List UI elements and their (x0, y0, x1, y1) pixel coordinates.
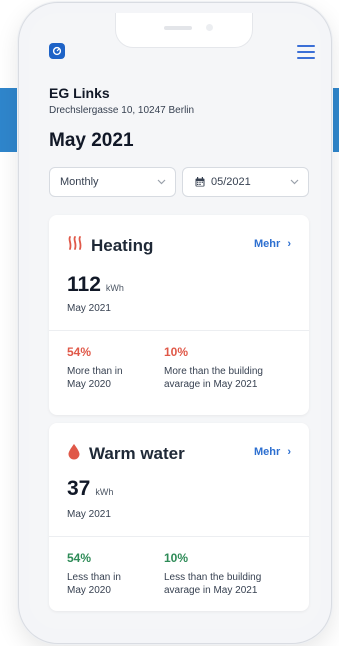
building-name: EG Links (49, 85, 110, 101)
comparison-stat: 54% More than in May 2020 (67, 345, 123, 391)
comparison-description: More than the building avarage in May 20… (164, 366, 263, 390)
app-logo-icon[interactable] (49, 43, 65, 59)
consumption-value: 37 kWh (67, 477, 113, 501)
chevron-down-icon (290, 177, 299, 188)
more-link[interactable]: Mehr › (254, 446, 291, 458)
consumption-unit: kWh (95, 487, 114, 497)
calendar-icon (195, 177, 205, 187)
phone-frame: EG Links Drechslergasse 10, 10247 Berlin… (18, 2, 332, 644)
date-select-value: 05/2021 (211, 176, 251, 188)
comparison-description: More than in May 2020 (67, 366, 123, 390)
card-divider (49, 536, 309, 537)
phone-notch (115, 13, 253, 48)
comparison-description: Less than in May 2020 (67, 572, 121, 596)
comparison-percent: 54% (67, 551, 92, 565)
warm-water-card: Warm water Mehr › 37 kWh May 2021 54% Le… (49, 423, 309, 611)
chevron-right-icon: › (287, 238, 291, 250)
more-link-label: Mehr (253, 238, 281, 250)
building-address: Drechslergasse 10, 10247 Berlin (49, 105, 195, 116)
water-drop-icon (67, 443, 81, 465)
heating-icon (67, 235, 83, 256)
consumption-number: 37 (67, 477, 91, 500)
more-link[interactable]: Mehr › (254, 238, 291, 250)
hamburger-menu-icon[interactable] (297, 45, 315, 59)
comparison-stat: 10% Less than the building avarage in Ma… (164, 551, 261, 597)
heating-card: Heating Mehr › 112 kWh May 2021 54% More… (49, 215, 309, 415)
comparison-description: Less than the building avarage in May 20… (164, 572, 262, 596)
more-link-label: Mehr (253, 446, 281, 458)
consumption-period: May 2021 (67, 509, 111, 520)
consumption-value: 112 kWh (67, 273, 124, 297)
consumption-period: May 2021 (67, 303, 111, 314)
card-divider (49, 330, 309, 331)
date-select[interactable]: 05/2021 (182, 167, 309, 197)
app-screen: EG Links Drechslergasse 10, 10247 Berlin… (29, 13, 321, 629)
front-camera (206, 24, 213, 31)
card-header: Warm water (67, 443, 185, 465)
interval-select[interactable]: Monthly (49, 167, 176, 197)
comparison-stat: 10% More than the building avarage in Ma… (164, 345, 263, 391)
speaker (164, 26, 192, 30)
comparison-percent: 10% (164, 551, 189, 565)
interval-select-value: Monthly (60, 176, 99, 188)
comparison-stat: 54% Less than in May 2020 (67, 551, 121, 597)
card-header: Heating (67, 235, 153, 256)
chevron-down-icon (157, 177, 166, 188)
page-title: May 2021 (49, 130, 134, 151)
card-title: Warm water (89, 444, 185, 463)
chevron-right-icon: › (287, 446, 291, 458)
consumption-number: 112 (67, 273, 101, 296)
card-title: Heating (91, 235, 154, 255)
comparison-percent: 54% (67, 345, 92, 359)
comparison-percent: 10% (164, 345, 189, 359)
consumption-unit: kWh (105, 283, 124, 293)
